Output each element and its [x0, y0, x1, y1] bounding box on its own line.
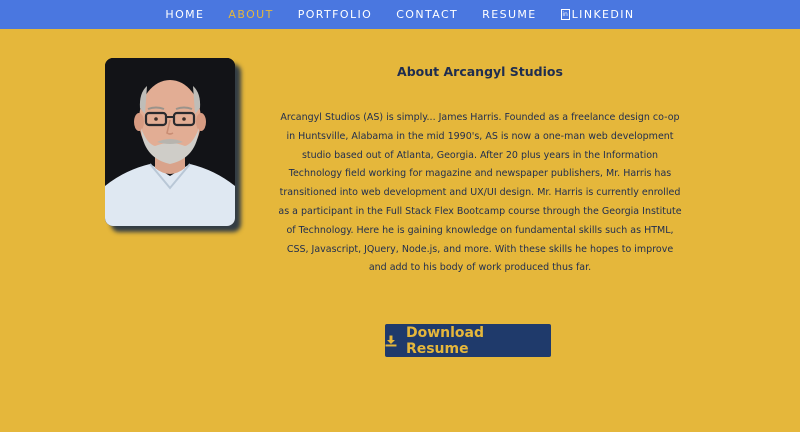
nav-home-link[interactable]: HOME — [153, 8, 216, 21]
portrait-illustration — [105, 58, 235, 226]
nav-resume-link[interactable]: RESUME — [470, 8, 548, 21]
nav-portfolio-label: PORTFOLIO — [297, 8, 373, 21]
profile-photo — [105, 58, 235, 226]
download-icon — [385, 335, 397, 346]
nav-home-label: HOME — [165, 8, 205, 21]
nav-resume-label: RESUME — [482, 8, 537, 21]
nav-about-link[interactable]: ABOUT — [216, 8, 285, 21]
download-resume-button[interactable]: Download Resume — [385, 324, 551, 357]
nav-linkedin-link[interactable]: in LINKEDIN — [549, 8, 647, 21]
nav-linkedin-label: LINKEDIN — [571, 8, 635, 21]
nav-about-label: ABOUT — [228, 8, 274, 21]
download-resume-label: Download Resume — [405, 324, 484, 357]
nav-contact-label: CONTACT — [396, 8, 459, 21]
navbar: HOME ABOUT PORTFOLIO CONTACT RESUME in L… — [0, 0, 800, 29]
linkedin-icon: in — [560, 9, 570, 20]
nav-contact-link[interactable]: CONTACT — [384, 8, 470, 21]
about-description: Arcangyl Studios (AS) is simply... James… — [278, 112, 682, 274]
nav-list: HOME ABOUT PORTFOLIO CONTACT RESUME in L… — [153, 8, 646, 21]
about-title: About Arcangyl Studios — [397, 64, 563, 79]
nav-portfolio-link[interactable]: PORTFOLIO — [286, 8, 384, 21]
